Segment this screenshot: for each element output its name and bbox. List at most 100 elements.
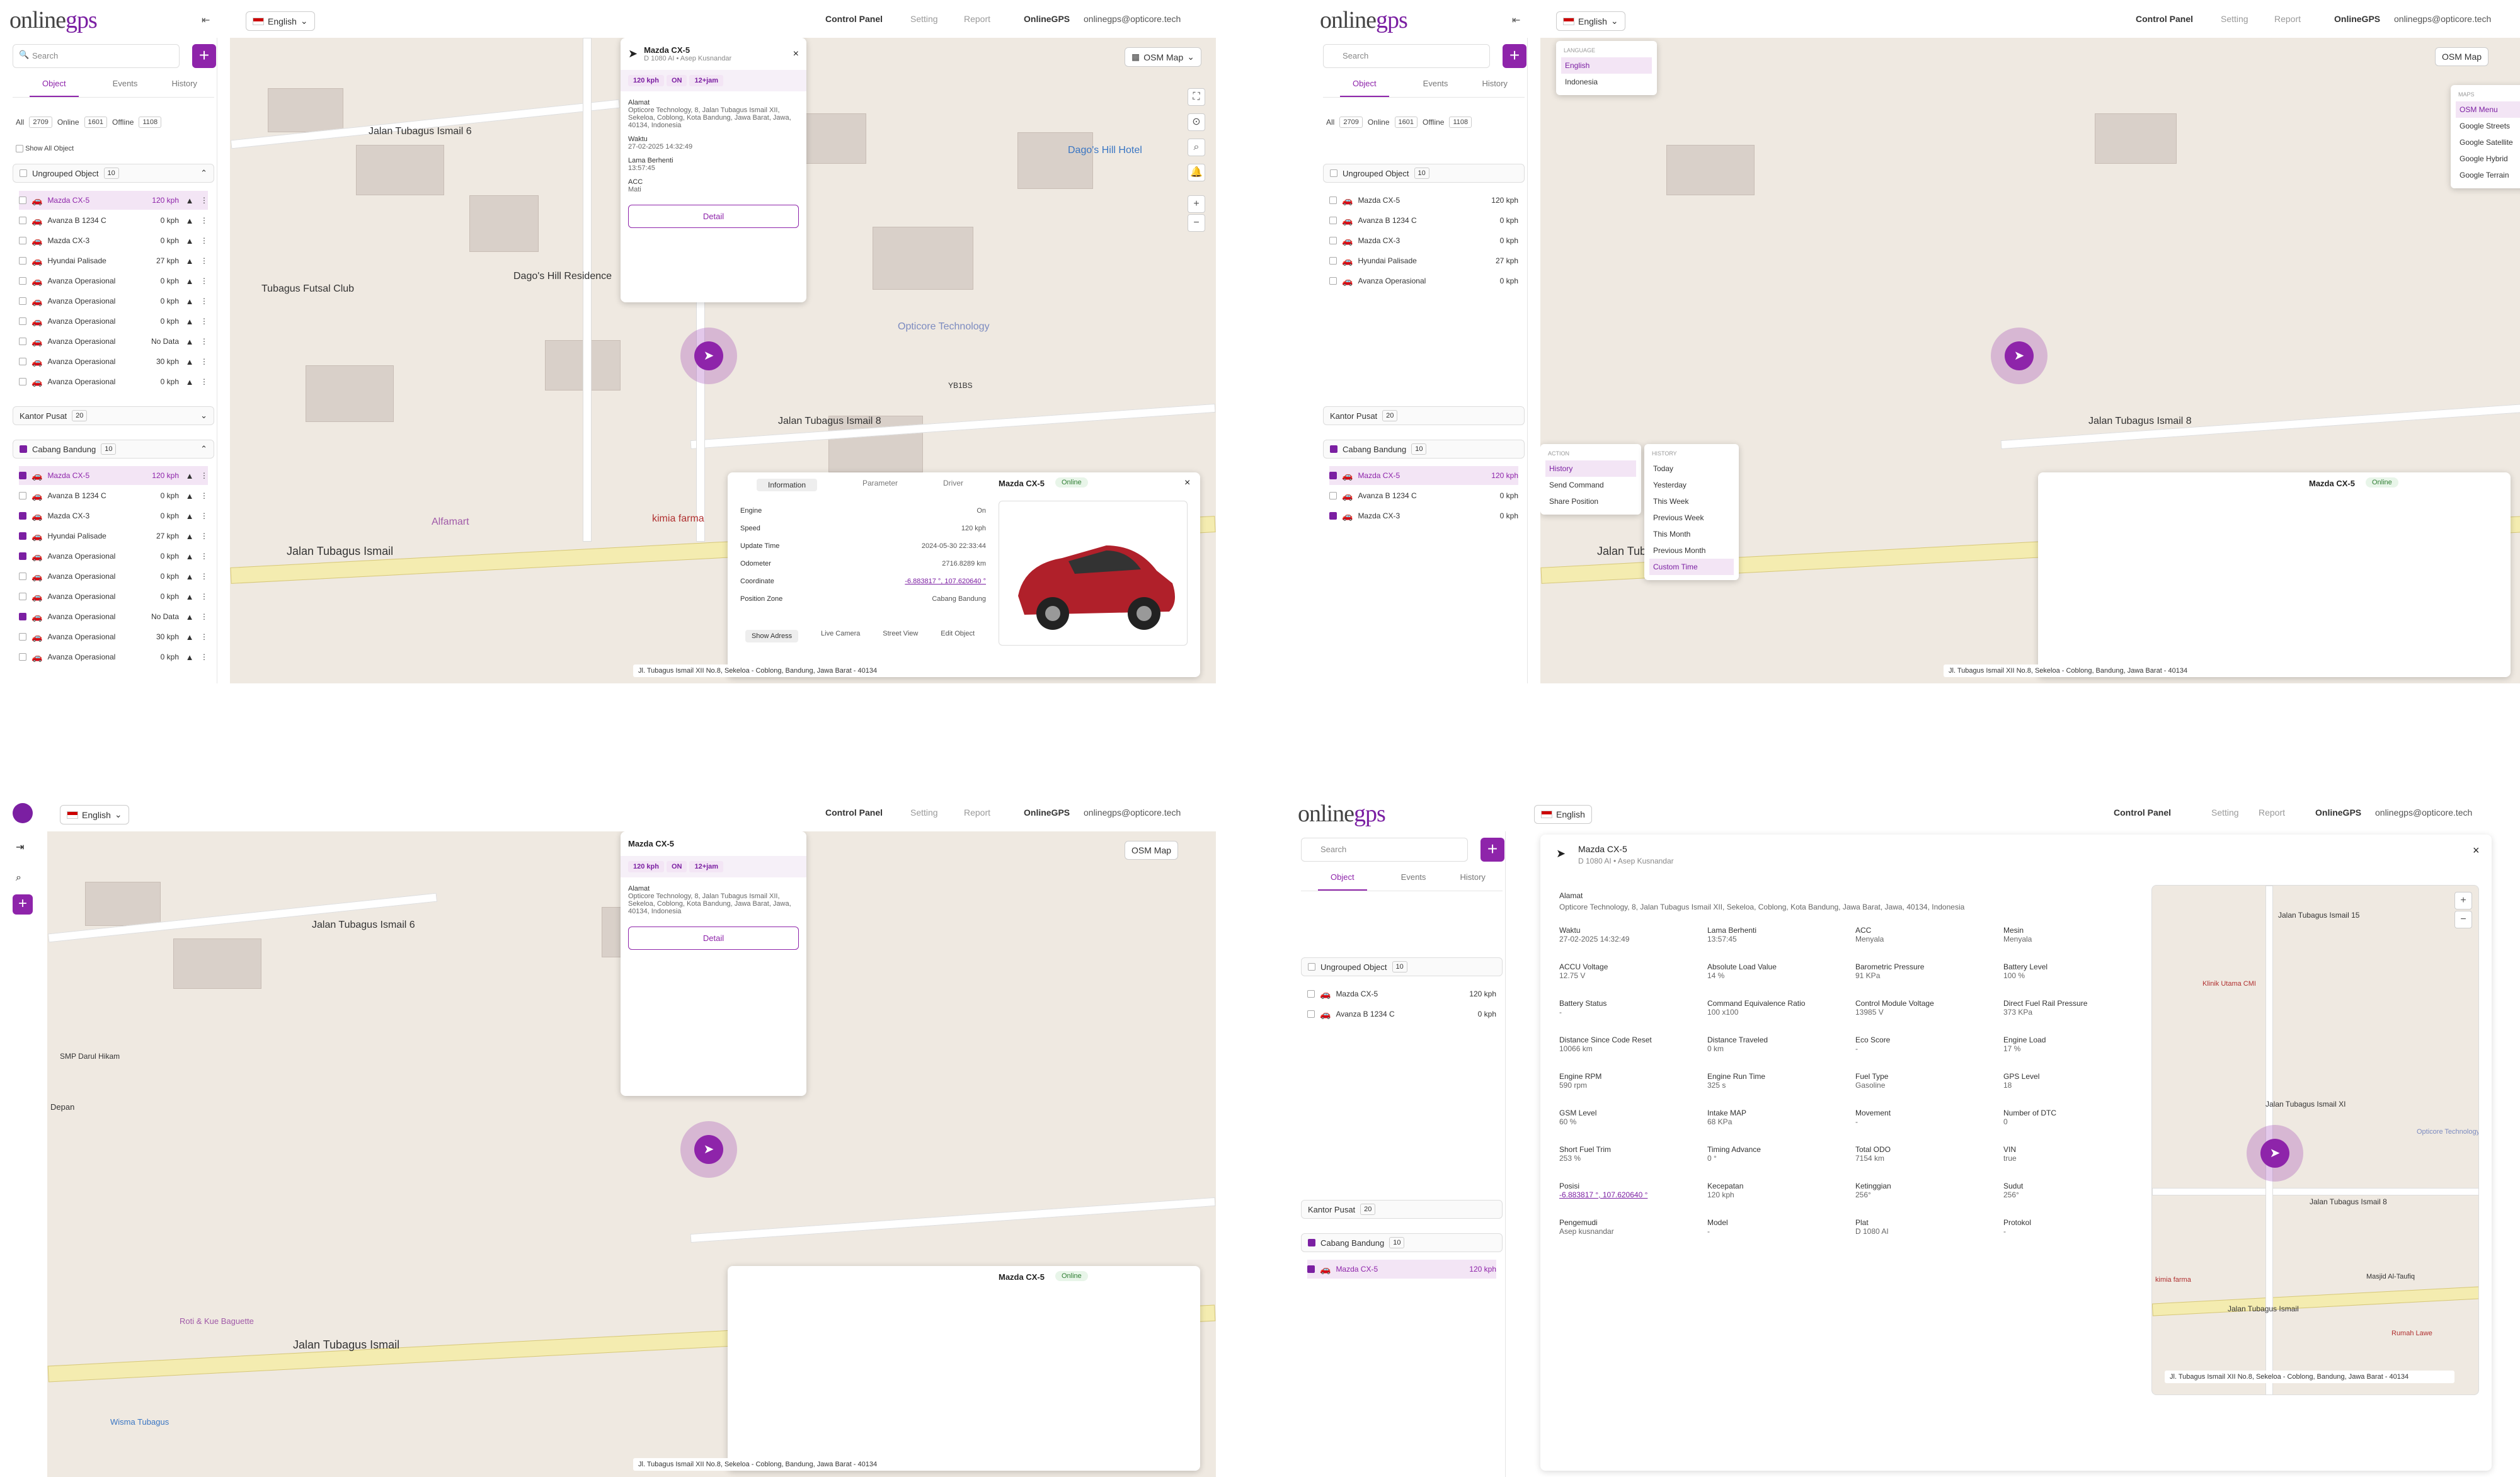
history-custom-time[interactable]: Custom Time xyxy=(1649,559,1734,575)
collapse-sidebar-icon[interactable]: ⇤ xyxy=(1512,14,1520,26)
tab-parameter[interactable]: Parameter xyxy=(862,479,898,491)
action-send-command[interactable]: Send Command xyxy=(1545,477,1636,493)
nav-report[interactable]: Report xyxy=(964,807,990,818)
more-icon[interactable]: ⋮ xyxy=(200,317,208,326)
search-input[interactable]: Search xyxy=(1301,838,1468,862)
tab-information[interactable]: Information xyxy=(756,479,818,491)
detail-button[interactable]: Detail xyxy=(628,205,799,228)
more-icon[interactable]: ⋮ xyxy=(200,377,208,386)
user-menu[interactable]: onlinegps@opticore.tech xyxy=(1084,807,1181,818)
search-input[interactable]: Search xyxy=(1323,44,1490,68)
map-osm[interactable]: OSM Menu xyxy=(2456,101,2520,118)
add-object-button[interactable]: + xyxy=(1480,838,1504,862)
tab-events[interactable]: Events xyxy=(1401,872,1426,891)
group-cabang-bandung[interactable]: Cabang Bandung 10 xyxy=(1323,440,1525,459)
nav-control-panel[interactable]: Control Panel xyxy=(825,14,883,24)
list-item[interactable]: 🚗 Mazda CX-5 120 kph ▲ ⋮ xyxy=(19,191,208,210)
close-icon[interactable]: × xyxy=(2473,844,2480,857)
map-view[interactable]: Jalan Tubagus Ismail 8 Jalan Tubagus Ism… xyxy=(1540,38,2520,683)
tab-history[interactable]: History xyxy=(171,79,197,97)
language-select[interactable]: English ⌄ xyxy=(246,11,315,31)
app-logo[interactable]: onlinegps xyxy=(1320,6,1408,34)
nav-report[interactable]: Report xyxy=(2274,14,2301,24)
zoom-out-icon[interactable]: − xyxy=(2454,911,2472,928)
more-icon[interactable]: ⋮ xyxy=(200,471,208,480)
list-item[interactable]: 🚗 Avanza Operasional 0 kph ▲ ⋮ xyxy=(19,372,208,391)
nav-control-panel[interactable]: Control Panel xyxy=(2114,807,2171,818)
collapse-sidebar-icon[interactable]: ⇤ xyxy=(202,14,210,26)
group-kantor-pusat[interactable]: Kantor Pusat 20 xyxy=(1323,406,1525,425)
nav-setting[interactable]: Setting xyxy=(910,807,938,818)
street-view-button[interactable]: Street View xyxy=(883,630,918,642)
zoom-in-icon[interactable]: + xyxy=(1188,195,1205,213)
list-item[interactable]: 🚗 Mazda CX-5 120 kph xyxy=(1307,984,1496,1003)
group-ungrouped[interactable]: Ungrouped Object 10 ⌃ xyxy=(13,164,214,183)
more-icon[interactable]: ⋮ xyxy=(200,612,208,621)
nav-report[interactable]: Report xyxy=(2259,807,2285,818)
bell-icon[interactable]: 🔔 xyxy=(1188,164,1205,181)
vehicle-marker[interactable]: ➤ xyxy=(2247,1125,2303,1182)
list-item[interactable]: 🚗 Avanza Operasional 0 kph ▲ ⋮ xyxy=(19,547,208,566)
list-item[interactable]: 🚗 Mazda CX-3 0 kph ▲ ⋮ xyxy=(19,506,208,525)
language-select[interactable]: English ⌄ xyxy=(1556,11,1625,31)
app-logo[interactable]: onlinegps xyxy=(1298,800,1386,828)
list-item[interactable]: 🚗 Avanza B 1234 C0 kph ▲ ⋮ xyxy=(19,486,208,505)
tab-driver[interactable]: Driver xyxy=(943,479,963,491)
history-this-week[interactable]: This Week xyxy=(1649,493,1734,510)
user-menu[interactable]: onlinegps@opticore.tech xyxy=(1084,14,1181,24)
tab-events[interactable]: Events xyxy=(113,79,138,97)
group-kantor-pusat[interactable]: Kantor Pusat 20 ⌄ xyxy=(13,406,214,425)
online-label[interactable]: Online xyxy=(1368,118,1390,127)
list-item[interactable]: 🚗 Mazda CX-5 120 kph xyxy=(1329,191,1518,210)
zoom-out-icon[interactable]: − xyxy=(1188,214,1205,232)
nav-setting[interactable]: Setting xyxy=(910,14,938,24)
list-item[interactable]: 🚗 Avanza B 1234 C0 kph xyxy=(1329,211,1518,230)
vehicle-marker[interactable]: ➤ xyxy=(680,1121,737,1178)
action-share-position[interactable]: Share Position xyxy=(1545,493,1636,510)
list-item[interactable]: 🚗 Avanza Operasional 0 kph xyxy=(1329,271,1518,290)
show-all-checkbox[interactable]: Show All Object xyxy=(16,145,74,153)
user-menu[interactable]: onlinegps@opticore.tech xyxy=(2394,14,2491,24)
list-item[interactable]: 🚗 Hyundai Palisade 27 kph xyxy=(1329,251,1518,270)
map-type-select[interactable]: OSM Map xyxy=(1125,841,1179,860)
all-label[interactable]: All xyxy=(16,118,24,127)
more-icon[interactable]: ⋮ xyxy=(200,357,208,366)
map-type-select[interactable]: ▦ OSM Map ⌄ xyxy=(1125,47,1201,67)
detail-field-value[interactable]: -6.883817 °, 107.620640 ° xyxy=(1559,1190,1701,1199)
list-item[interactable]: 🚗 Avanza Operasional No Data ▲ ⋮ xyxy=(19,332,208,351)
history-today[interactable]: Today xyxy=(1649,460,1734,477)
nav-report[interactable]: Report xyxy=(964,14,990,24)
lang-english[interactable]: English xyxy=(1561,57,1652,74)
app-logo-icon[interactable] xyxy=(13,803,33,823)
close-icon[interactable]: × xyxy=(1184,477,1190,489)
more-icon[interactable]: ⋮ xyxy=(200,216,208,225)
tab-history[interactable]: History xyxy=(1482,79,1507,97)
more-icon[interactable]: ⋮ xyxy=(200,297,208,305)
tab-object[interactable]: Object xyxy=(1340,79,1389,97)
show-address-button[interactable]: Show Adress xyxy=(745,630,799,642)
search-input[interactable]: Search xyxy=(13,44,180,68)
offline-label[interactable]: Offline xyxy=(1423,118,1444,127)
vehicle-marker[interactable]: ➤ xyxy=(1991,328,2048,384)
history-yesterday[interactable]: Yesterday xyxy=(1649,477,1734,493)
zoom-in-icon[interactable]: + xyxy=(2454,892,2472,910)
more-icon[interactable]: ⋮ xyxy=(200,532,208,540)
edit-object-button[interactable]: Edit Object xyxy=(941,630,975,642)
more-icon[interactable]: ⋮ xyxy=(200,653,208,661)
list-item[interactable]: 🚗 Mazda CX-3 0 kph xyxy=(1329,506,1518,525)
list-item[interactable]: 🚗 Avanza Operasional 0 kph ▲ ⋮ xyxy=(19,647,208,666)
list-item[interactable]: 🚗 Mazda CX-5 120 kph xyxy=(1307,1260,1496,1279)
list-item[interactable]: 🚗 Avanza B 1234 C0 kph xyxy=(1329,486,1518,505)
close-icon[interactable]: × xyxy=(793,48,799,60)
action-history[interactable]: History xyxy=(1545,460,1636,477)
group-cabang-bandung[interactable]: Cabang Bandung 10 xyxy=(1301,1233,1503,1252)
more-icon[interactable]: ⋮ xyxy=(200,256,208,265)
lang-indonesia[interactable]: Indonesia xyxy=(1561,74,1652,90)
list-item[interactable]: 🚗 Avanza Operasional 0 kph ▲ ⋮ xyxy=(19,271,208,290)
vehicle-marker[interactable]: ➤ xyxy=(680,328,737,384)
group-kantor-pusat[interactable]: Kantor Pusat 20 xyxy=(1301,1200,1503,1219)
locate-icon[interactable]: ⊙ xyxy=(1188,113,1205,131)
list-item[interactable]: 🚗 Avanza Operasional 0 kph ▲ ⋮ xyxy=(19,312,208,331)
nav-control-panel[interactable]: Control Panel xyxy=(825,807,883,818)
language-select[interactable]: English ⌄ xyxy=(60,805,129,824)
